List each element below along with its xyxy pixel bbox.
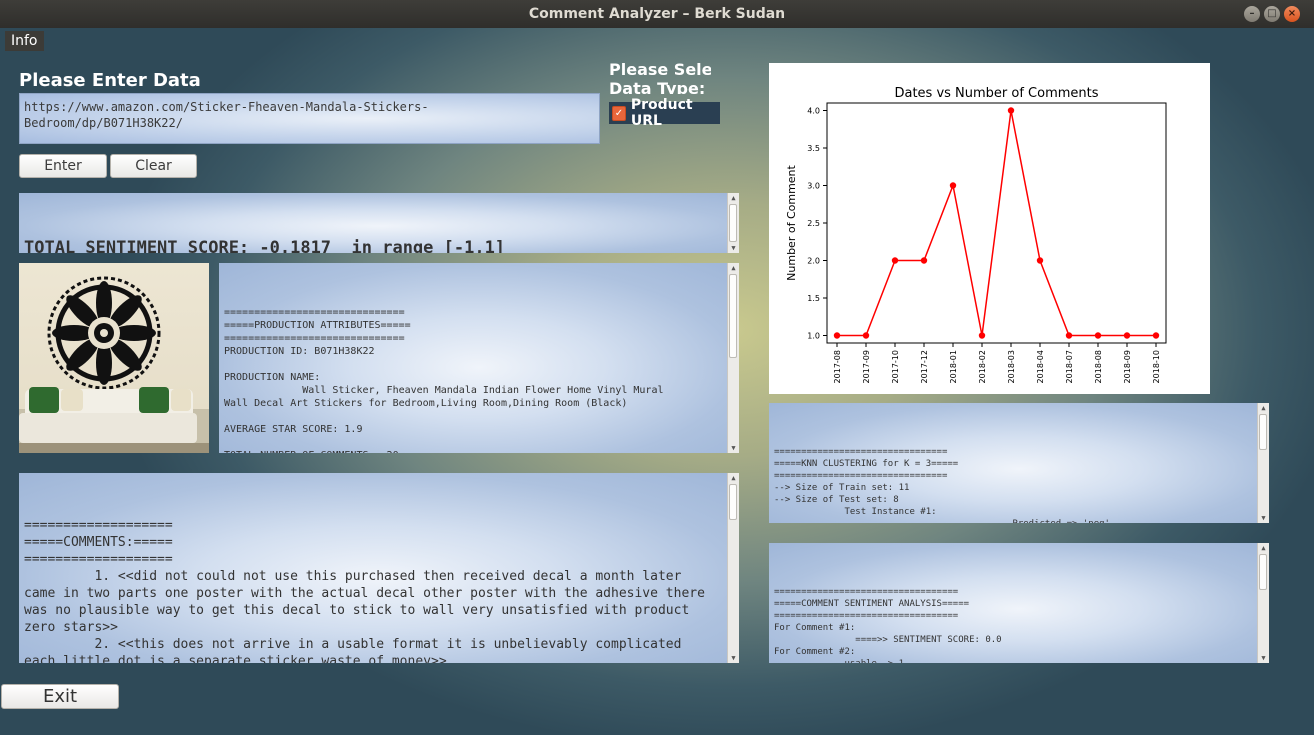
comments-text: =================== =====COMMENTS:===== …: [24, 518, 705, 663]
scrollbar[interactable]: ▲ ▼: [727, 473, 739, 663]
data-point: [862, 332, 870, 339]
data-point: [978, 332, 986, 339]
scroll-thumb[interactable]: [1259, 414, 1267, 450]
y-tick-label: 2.5: [807, 219, 820, 228]
enter-button[interactable]: Enter: [19, 154, 107, 178]
scroll-up-icon[interactable]: ▲: [728, 193, 739, 203]
comment-sentiment-panel: ================================== =====…: [769, 543, 1269, 663]
dates-comments-chart: Dates vs Number of Comments Number of Com…: [769, 63, 1210, 394]
data-point: [1007, 107, 1015, 114]
scrollbar[interactable]: ▲ ▼: [1257, 543, 1269, 663]
scroll-up-icon[interactable]: ▲: [728, 263, 739, 273]
data-point: [833, 332, 841, 339]
window-controls: – □ ×: [1244, 6, 1300, 22]
minimize-icon[interactable]: –: [1244, 6, 1260, 22]
x-tick-label: 2017-09: [862, 350, 871, 383]
mandala-decal-image: [19, 276, 209, 453]
data-point: [1152, 332, 1160, 339]
data-point: [891, 257, 899, 264]
product-image: [19, 263, 209, 453]
scroll-thumb[interactable]: [729, 204, 737, 242]
scrollbar[interactable]: ▲ ▼: [1257, 403, 1269, 523]
comment-sentiment-text: ================================== =====…: [774, 587, 1002, 663]
scroll-up-icon[interactable]: ▲: [728, 473, 739, 483]
knn-panel: ================================ =====KN…: [769, 403, 1269, 523]
knn-text: ================================ =====KN…: [774, 447, 1110, 523]
data-point: [1036, 257, 1044, 264]
scroll-down-icon[interactable]: ▼: [1258, 653, 1269, 663]
data-point: [949, 182, 957, 189]
scroll-thumb[interactable]: [729, 484, 737, 520]
x-tick-label: 2018-03: [1007, 350, 1016, 383]
clear-button[interactable]: Clear: [110, 154, 197, 178]
x-tick-label: 2018-09: [1123, 350, 1132, 383]
product-url-checkbox[interactable]: ✓ Product URL: [609, 97, 720, 129]
x-tick-label: 2017-08: [833, 350, 842, 383]
window-title: Comment Analyzer – Berk Sudan: [528, 6, 786, 22]
data-point: [1123, 332, 1131, 339]
window-titlebar: Comment Analyzer – Berk Sudan – □ ×: [0, 0, 1314, 28]
x-tick-label: 2018-07: [1065, 350, 1074, 383]
y-tick-label: 1.0: [807, 332, 820, 341]
scroll-thumb[interactable]: [1259, 554, 1267, 590]
x-tick-label: 2017-10: [891, 350, 900, 383]
y-tick-label: 4.0: [807, 107, 820, 116]
enter-data-heading: Please Enter Data: [19, 70, 201, 91]
chart-title: Dates vs Number of Comments: [894, 86, 1098, 101]
comments-panel: =================== =====COMMENTS:===== …: [19, 473, 739, 663]
y-tick-label: 1.5: [807, 294, 820, 303]
scroll-down-icon[interactable]: ▼: [1258, 513, 1269, 523]
exit-button[interactable]: Exit: [1, 684, 119, 709]
sentiment-summary-text: TOTAL SENTIMENT SCORE: -0.1817 in range …: [24, 238, 506, 253]
data-point: [1065, 332, 1073, 339]
scroll-up-icon[interactable]: ▲: [1258, 543, 1269, 553]
close-icon[interactable]: ×: [1284, 6, 1300, 22]
x-tick-label: 2018-10: [1152, 350, 1161, 383]
x-tick-label: 2018-02: [978, 350, 987, 383]
scroll-down-icon[interactable]: ▼: [728, 443, 739, 453]
data-type-heading: Please Selec Data Type:: [609, 60, 711, 94]
x-tick-label: 2018-08: [1094, 350, 1103, 383]
menu-info[interactable]: Info: [5, 31, 44, 51]
checkbox-checked-icon[interactable]: ✓: [612, 105, 626, 121]
url-input[interactable]: https://www.amazon.com/Sticker-Fheaven-M…: [19, 93, 600, 144]
scroll-down-icon[interactable]: ▼: [728, 653, 739, 663]
y-tick-label: 3.5: [807, 144, 820, 153]
sentiment-summary-panel: TOTAL SENTIMENT SCORE: -0.1817 in range …: [19, 193, 739, 253]
chart-svg: Dates vs Number of Comments Number of Com…: [785, 86, 1167, 383]
x-tick-label: 2018-04: [1036, 350, 1045, 383]
scrollbar[interactable]: ▲ ▼: [727, 263, 739, 453]
scroll-thumb[interactable]: [729, 274, 737, 358]
attributes-panel: ============================== =====PROD…: [219, 263, 739, 453]
x-tick-label: 2017-12: [920, 350, 929, 383]
x-tick-label: 2018-01: [949, 350, 958, 383]
maximize-icon[interactable]: □: [1264, 6, 1280, 22]
data-point: [920, 257, 928, 264]
menubar: Info: [5, 30, 44, 51]
data-point: [1094, 332, 1102, 339]
y-tick-label: 2.0: [807, 257, 820, 266]
scroll-up-icon[interactable]: ▲: [1258, 403, 1269, 413]
y-axis-label: Number of Comment: [785, 164, 798, 280]
attributes-text: ============================== =====PROD…: [224, 307, 664, 453]
product-url-label: Product URL: [630, 97, 693, 129]
scroll-down-icon[interactable]: ▼: [728, 243, 739, 253]
scrollbar[interactable]: ▲ ▼: [727, 193, 739, 253]
y-tick-label: 3.0: [807, 182, 820, 191]
